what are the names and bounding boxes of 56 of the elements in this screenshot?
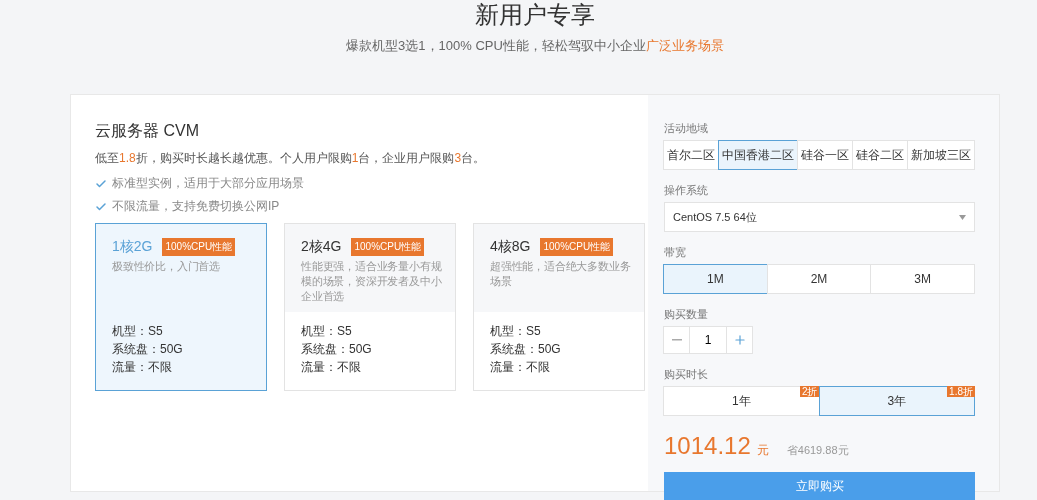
plan-description: 极致性价比，入门首选: [112, 259, 221, 274]
plan-description: 性能更强，适合业务量小有规模的场景，资深开发者及中小企业首选: [301, 259, 443, 304]
duration-option[interactable]: 1年 2折: [663, 386, 820, 416]
plan-card[interactable]: 4核8G 100%CPU性能 超强性能，适合绝大多数业务场景 机型：S5 系统盘：50G 流量：不限: [473, 223, 645, 391]
offer-note: 低至1.8折，购买时长越长越优惠。个人用户限购1台，企业用户限购3台。: [95, 150, 487, 167]
saving-text: 省4619.88元: [786, 443, 849, 458]
plan-name: 4核8G: [490, 238, 531, 256]
price-unit: 元: [756, 442, 769, 459]
quantity-field[interactable]: 1: [689, 326, 727, 354]
decrement-button[interactable]: [663, 326, 690, 354]
page-title: 新用户专享: [475, 0, 595, 30]
plan-card[interactable]: 1核2G 100%CPU性能 极致性价比，入门首选 机型：S5 系统盘：50G 流量：不限: [95, 223, 267, 391]
price-amount: 1014.12: [664, 432, 751, 460]
product-title: 云服务器 CVM: [95, 121, 200, 141]
feature-text: 标准型实例，适用于大部分应用场景: [112, 175, 304, 192]
field-label: 购买时长: [664, 367, 709, 381]
page-subtitle: 爆款机型3选1，100% CPU性能，轻松驾驭中小企业广泛业务场景: [346, 37, 724, 55]
plan-spec: 机型：S5: [490, 324, 542, 339]
field-label: 购买数量: [664, 307, 709, 321]
bandwidth-option[interactable]: 1M: [663, 264, 768, 294]
plan-spec: 系统盘：50G: [112, 342, 184, 357]
field-label: 操作系统: [664, 183, 709, 197]
os-select[interactable]: CentOS 7.5 64位: [664, 202, 975, 232]
plus-icon: [732, 333, 747, 347]
plan-spec: 机型：S5: [301, 324, 353, 339]
plan-spec: 流量：不限: [112, 360, 173, 375]
plan-badge: 100%CPU性能: [540, 238, 614, 256]
plan-description: 超强性能，适合绝大多数业务场景: [490, 259, 632, 289]
plan-spec: 系统盘：50G: [301, 342, 373, 357]
plan-spec: 流量：不限: [490, 360, 551, 375]
region-option[interactable]: 硅谷一区: [797, 140, 853, 170]
duration-option[interactable]: 3年 1.8折: [818, 386, 975, 416]
plan-card[interactable]: 2核4G 100%CPU性能 性能更强，适合业务量小有规模的场景，资深开发者及中小企业首选 机型：S5 系统盘：50G 流量：不限: [284, 223, 456, 391]
region-option[interactable]: 新加坡三区: [907, 140, 975, 170]
plan-spec: 流量：不限: [301, 360, 362, 375]
field-label: 带宽: [664, 245, 687, 259]
plan-badge: 100%CPU性能: [351, 238, 425, 256]
feature-text: 不限流量，支持免费切换公网IP: [112, 198, 280, 215]
check-icon: [95, 200, 107, 213]
region-option[interactable]: 硅谷二区: [852, 140, 908, 170]
region-option[interactable]: 首尔二区: [663, 140, 719, 170]
plan-name: 1核2G: [112, 238, 153, 256]
plan-badge: 100%CPU性能: [162, 238, 236, 256]
discount-badge: 1.8折: [947, 386, 975, 397]
plan-name: 2核4G: [301, 238, 342, 256]
plan-spec: 机型：S5: [112, 324, 164, 339]
field-label: 活动地域: [664, 121, 709, 135]
discount-badge: 2折: [799, 386, 820, 397]
increment-button[interactable]: [726, 326, 753, 354]
caret-icon: [959, 214, 966, 220]
bandwidth-option[interactable]: 3M: [870, 264, 975, 294]
minus-icon: [671, 339, 682, 341]
check-icon: [95, 177, 107, 190]
bandwidth-option[interactable]: 2M: [766, 264, 872, 294]
plan-spec: 系统盘：50G: [490, 342, 562, 357]
region-option[interactable]: 中国香港二区: [718, 140, 798, 170]
